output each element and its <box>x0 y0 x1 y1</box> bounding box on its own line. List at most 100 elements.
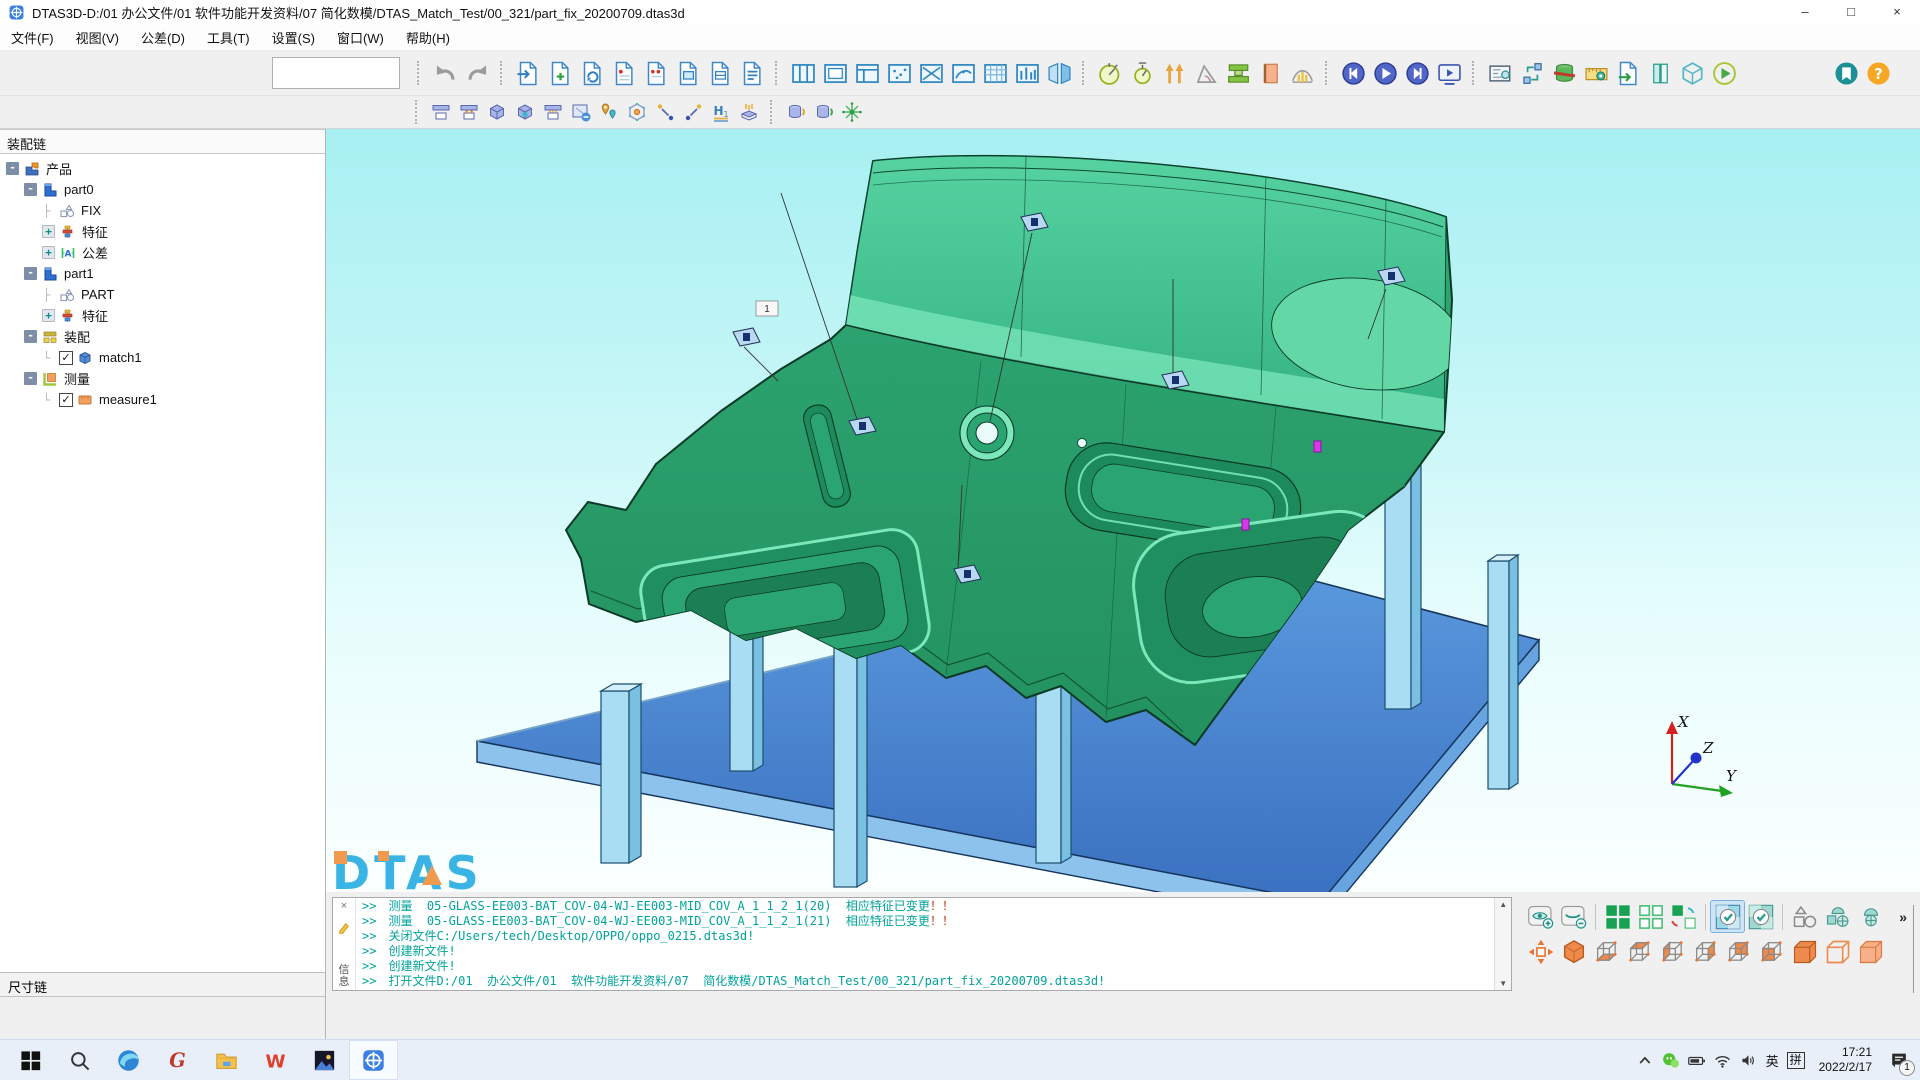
help-icon[interactable]: ? <box>1862 56 1894 90</box>
taskbar-app-gapp[interactable]: G <box>153 1040 202 1080</box>
tree-item-label[interactable]: part1 <box>64 266 94 281</box>
tree-item-label[interactable]: FIX <box>81 203 101 218</box>
toolbar-drag-handle[interactable] <box>415 100 420 124</box>
taskbar-app-photos[interactable] <box>300 1040 349 1080</box>
node-in-icon[interactable] <box>679 99 707 125</box>
ruler-gear-icon[interactable] <box>1580 56 1612 90</box>
collapse-icon[interactable]: - <box>24 267 37 280</box>
maximize-button[interactable]: □ <box>1828 0 1874 24</box>
cylinder-rotate2-icon[interactable] <box>810 99 838 125</box>
collapse-icon[interactable]: - <box>24 183 37 196</box>
wifi-icon[interactable] <box>1710 1040 1736 1080</box>
simulation-screen-icon[interactable] <box>1433 56 1465 90</box>
log-scrollbar[interactable]: ▲▼ <box>1494 898 1511 990</box>
view-points-icon[interactable] <box>883 56 915 90</box>
menu-view[interactable]: 视图(V) <box>65 28 130 47</box>
taskbar-app-dtas[interactable] <box>349 1040 398 1080</box>
taskbar-app-search[interactable] <box>55 1040 104 1080</box>
taskbar-app-edge[interactable] <box>104 1040 153 1080</box>
message-close-button[interactable]: × <box>341 900 347 912</box>
tolerance-gauge-icon[interactable] <box>1094 56 1126 90</box>
tree-item-label[interactable]: 特征 <box>82 306 108 325</box>
shapes-icon[interactable] <box>1788 901 1821 932</box>
toolbar-drag-handle[interactable] <box>417 61 422 85</box>
play-ring-icon[interactable] <box>1708 56 1740 90</box>
press-c-icon[interactable] <box>539 99 567 125</box>
open-project-icon[interactable] <box>512 56 544 90</box>
view-front-icon[interactable] <box>1755 936 1788 967</box>
view-surface-icon[interactable] <box>947 56 979 90</box>
dimension-chain-tab[interactable]: 尺寸链 <box>0 972 325 997</box>
more-tools-button[interactable]: » <box>1899 909 1907 925</box>
wechat-icon[interactable] <box>1658 1040 1684 1080</box>
lang-indicator[interactable]: 英 <box>1766 1051 1779 1070</box>
tree-item-label[interactable]: 特征 <box>82 222 108 241</box>
taskbar-app-start[interactable] <box>6 1040 55 1080</box>
menu-tolerance[interactable]: 公差(D) <box>130 28 196 47</box>
info-tab-label[interactable]: 信 息 <box>339 964 350 988</box>
tile-green-icon[interactable] <box>1601 901 1634 932</box>
tile-check-sel-icon[interactable] <box>1711 901 1744 932</box>
press-a-icon[interactable] <box>427 99 455 125</box>
expand-icon[interactable]: + <box>42 309 55 322</box>
toolbar-drag-handle[interactable] <box>770 100 775 124</box>
cylinder-section-icon[interactable] <box>1548 56 1580 90</box>
compare-doc-icon[interactable] <box>640 56 672 90</box>
taskbar-app-wps[interactable]: W <box>251 1040 300 1080</box>
view-right-icon[interactable] <box>1689 936 1722 967</box>
cube-b-icon[interactable] <box>511 99 539 125</box>
tree-item-product[interactable]: - 产品 <box>0 158 325 179</box>
hex-node-icon[interactable] <box>623 99 651 125</box>
tree-item-label[interactable]: match1 <box>99 350 142 365</box>
blueprint-icon[interactable] <box>1484 56 1516 90</box>
cube-light-icon[interactable] <box>1854 936 1887 967</box>
menu-tools[interactable]: 工具(T) <box>196 28 261 47</box>
zoom-in-view-icon[interactable] <box>1524 901 1557 932</box>
view-left-icon[interactable] <box>1656 936 1689 967</box>
view-bars-icon[interactable] <box>1011 56 1043 90</box>
press-tool-icon[interactable] <box>1222 56 1254 90</box>
cube-hex-icon[interactable] <box>1676 56 1708 90</box>
collapse-icon[interactable]: - <box>24 372 37 385</box>
chevron-up-icon[interactable] <box>1632 1040 1658 1080</box>
cylinder-rotate-icon[interactable] <box>782 99 810 125</box>
tree-item-measure1[interactable]: └ ✓ measure1 <box>0 389 325 410</box>
view-cross-icon[interactable] <box>915 56 947 90</box>
h1-measure-icon[interactable]: H1 <box>707 99 735 125</box>
angle-measure-icon[interactable] <box>1190 56 1222 90</box>
datum-gauge-icon[interactable] <box>1126 56 1158 90</box>
menu-file[interactable]: 文件(F) <box>0 28 65 47</box>
play-icon[interactable] <box>1369 56 1401 90</box>
tree-item-label[interactable]: 装配 <box>64 327 90 346</box>
redo-icon[interactable] <box>461 56 493 90</box>
measure1-checkbox[interactable]: ✓ <box>59 393 73 407</box>
menu-window[interactable]: 窗口(W) <box>326 28 395 47</box>
view-table-icon[interactable] <box>851 56 883 90</box>
doc-pane2-icon[interactable] <box>704 56 736 90</box>
arrows-up-icon[interactable] <box>1158 56 1190 90</box>
view-columns-icon[interactable] <box>787 56 819 90</box>
3d-viewport[interactable]: 1 DTAS <box>326 129 1920 892</box>
panel-tool-icon[interactable] <box>1254 56 1286 90</box>
battery-icon[interactable] <box>1684 1040 1710 1080</box>
tree-item-label[interactable]: part0 <box>64 182 94 197</box>
toolbar-combo-box[interactable] <box>272 57 400 89</box>
menu-help[interactable]: 帮助(H) <box>395 28 461 47</box>
report-doc-icon[interactable] <box>608 56 640 90</box>
view-top-icon[interactable] <box>1623 936 1656 967</box>
view-flip-icon[interactable] <box>1043 56 1075 90</box>
match1-checkbox[interactable]: ✓ <box>59 351 73 365</box>
tree-item-measure[interactable]: - 测量 <box>0 368 325 389</box>
tile-outline-icon[interactable] <box>1634 901 1667 932</box>
tree-item-part0[interactable]: - part0 <box>0 179 325 200</box>
tree-item-label[interactable]: PART <box>81 287 114 302</box>
tree-item-label[interactable]: 公差 <box>82 243 108 262</box>
pages-icon[interactable] <box>1644 56 1676 90</box>
export-doc-icon[interactable] <box>1612 56 1644 90</box>
ime-indicator[interactable]: 拼 <box>1787 1052 1805 1069</box>
tree-item-label[interactable]: 产品 <box>46 159 72 178</box>
expand-icon[interactable]: + <box>42 225 55 238</box>
cube-minus-icon[interactable] <box>567 99 595 125</box>
shapes-target-icon[interactable] <box>1821 901 1854 932</box>
expand-icon[interactable]: + <box>42 246 55 259</box>
